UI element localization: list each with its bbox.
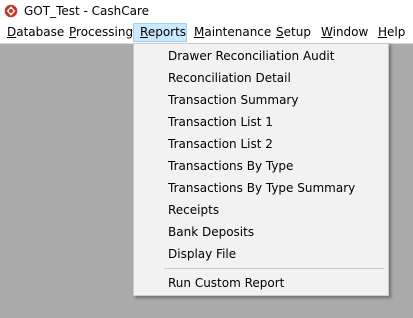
menu-item-transactions-by-type[interactable]: Transactions By Type xyxy=(168,156,293,176)
menu-help-label: elp xyxy=(387,25,406,39)
reports-dropdown-menu: Drawer Reconciliation Audit Reconciliati… xyxy=(133,43,389,296)
menu-bar: Database Processing Reports Maintenance … xyxy=(0,22,413,44)
menu-setup-label: etup xyxy=(283,25,311,39)
menu-item-receipts[interactable]: Receipts xyxy=(168,200,219,220)
menu-item-display-file[interactable]: Display File xyxy=(168,244,236,264)
menu-database[interactable]: Database xyxy=(6,23,65,42)
menu-item-run-custom-report[interactable]: Run Custom Report xyxy=(168,273,284,293)
menu-setup-mnemonic: S xyxy=(276,25,284,39)
menu-database-mnemonic: D xyxy=(7,25,17,39)
cashcare-app-icon[interactable] xyxy=(4,4,18,18)
menu-item-drawer-reconciliation-audit[interactable]: Drawer Reconciliation Audit xyxy=(168,46,334,66)
menu-processing-label: rocessing xyxy=(76,25,134,39)
menu-reports[interactable]: Reports xyxy=(133,23,187,42)
title-bar: GOT_Test - CashCare xyxy=(0,0,413,22)
menu-reports-mnemonic: R xyxy=(140,25,148,39)
menu-window[interactable]: Window xyxy=(320,23,369,42)
menu-separator xyxy=(164,268,384,269)
window-title: GOT_Test - CashCare xyxy=(24,4,150,18)
menu-item-transaction-summary[interactable]: Transaction Summary xyxy=(168,90,298,110)
menu-item-reconciliation-detail[interactable]: Reconciliation Detail xyxy=(168,68,291,88)
menu-processing[interactable]: Processing xyxy=(68,23,134,42)
menu-item-bank-deposits[interactable]: Bank Deposits xyxy=(168,222,254,242)
menu-setup[interactable]: Setup xyxy=(275,23,312,42)
menu-database-label: atabase xyxy=(16,25,65,39)
menu-window-mnemonic: W xyxy=(321,25,333,39)
menu-item-transactions-by-type-summary[interactable]: Transactions By Type Summary xyxy=(168,178,355,198)
menu-maintenance[interactable]: Maintenance xyxy=(193,23,272,42)
menu-item-transaction-list-1[interactable]: Transaction List 1 xyxy=(168,112,273,132)
menu-maintenance-mnemonic: M xyxy=(194,25,205,39)
menu-window-label: indow xyxy=(332,25,369,39)
menu-help[interactable]: Help xyxy=(377,23,406,42)
menu-help-mnemonic: H xyxy=(378,25,388,39)
menu-processing-mnemonic: P xyxy=(69,25,77,39)
menu-item-transaction-list-2[interactable]: Transaction List 2 xyxy=(168,134,273,154)
menu-reports-label: eports xyxy=(147,25,187,39)
menu-maintenance-label: aintenance xyxy=(204,25,272,39)
